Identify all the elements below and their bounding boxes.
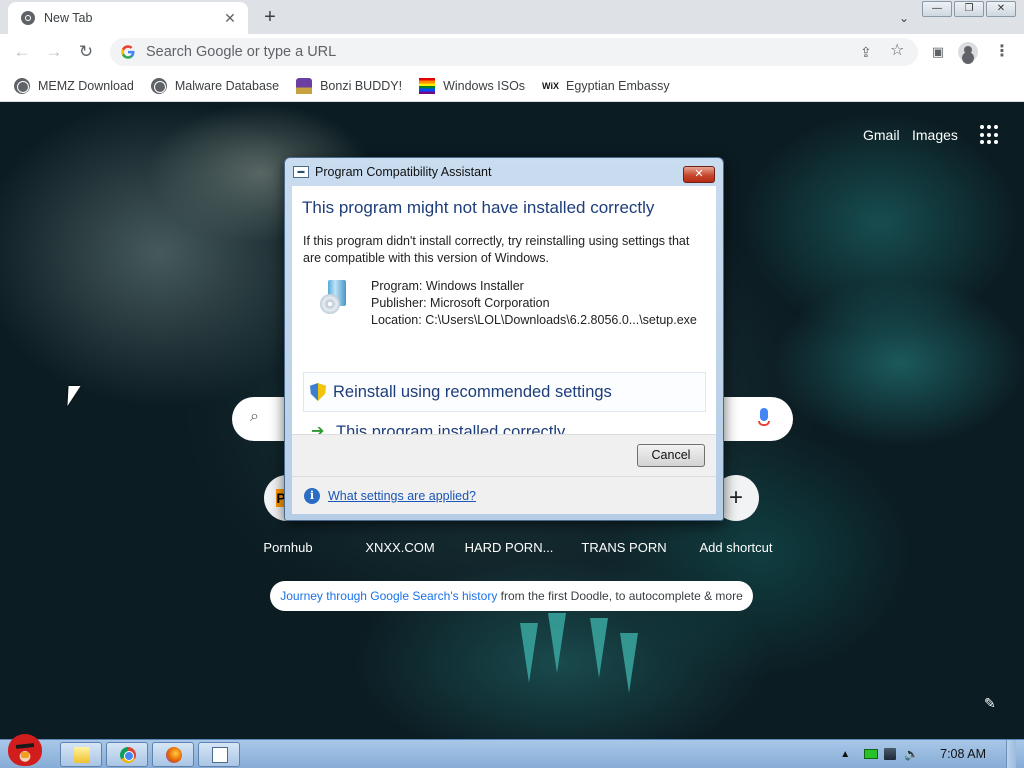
uac-shield-icon (310, 383, 326, 401)
program-name: Program: Windows Installer (371, 279, 524, 293)
browser-toolbar: ← → ↻ Search Google or type a URL ⇪ ☆ ▣ … (0, 34, 1024, 70)
background-decoration (620, 633, 638, 693)
compatibility-app-icon: ▬ (293, 166, 309, 178)
globe-icon (14, 77, 30, 94)
bookmark-malware-database[interactable]: Malware Database (150, 77, 280, 94)
bookmark-label: MEMZ Download (38, 78, 134, 93)
dialog-close-button[interactable]: ✕ (683, 166, 715, 183)
microphone-icon[interactable] (757, 408, 771, 430)
background-decoration (590, 618, 608, 678)
bookmark-label: Windows ISOs (443, 78, 526, 93)
chrome-icon (21, 11, 35, 25)
taskbar-chrome[interactable] (106, 742, 148, 767)
program-location: Location: C:\Users\LOL\Downloads\6.2.805… (371, 313, 697, 327)
omnibox-placeholder: Search Google or type a URL (146, 44, 337, 60)
tab-close-icon[interactable]: ✕ (222, 10, 238, 26)
chrome-icon (120, 747, 136, 763)
shortcut-label-trans-porn[interactable]: TRANS PORN (569, 540, 679, 555)
bookmark-label: Bonzi BUDDY! (320, 78, 403, 93)
search-icon: ⌕ (250, 408, 259, 425)
start-button[interactable] (2, 730, 48, 768)
info-icon: i (304, 487, 320, 504)
bookmark-label: Malware Database (174, 78, 280, 93)
volume-icon[interactable]: 🔈 (904, 747, 919, 761)
network-icon[interactable] (884, 748, 897, 760)
share-icon[interactable]: ⇪ (860, 44, 876, 60)
system-tray: ▲ 🔈 7:08 AM (840, 740, 1016, 768)
doodle-promo-link[interactable]: Journey through Google Search's history (280, 589, 497, 603)
reload-icon[interactable]: ↻ (74, 40, 98, 64)
program-publisher: Publisher: Microsoft Corporation (371, 296, 550, 310)
dialog-title: Program Compatibility Assistant (315, 165, 492, 179)
taskbar-compatibility-assistant[interactable] (198, 742, 240, 767)
bookmark-bonzi-buddy[interactable]: Bonzi BUDDY! (296, 77, 403, 94)
window-controls: — ❐ ✕ (920, 1, 1016, 17)
back-arrow-icon[interactable]: ← (10, 40, 34, 64)
customize-pencil-icon[interactable]: ✎ (984, 695, 1000, 711)
settings-applied-link[interactable]: What settings are applied? (328, 489, 476, 503)
battery-icon[interactable] (864, 749, 879, 759)
tab-strip: New Tab ✕ + ⌄ — ❐ ✕ (0, 0, 1024, 34)
program-info: Program: Windows Installer Publisher: Mi… (371, 278, 697, 329)
reinstall-option-button[interactable]: Reinstall using recommended settings (303, 372, 706, 412)
bonzi-icon (296, 77, 313, 94)
angry-bird-icon (8, 734, 42, 766)
globe-icon (150, 77, 167, 94)
close-window-button[interactable]: ✕ (986, 1, 1016, 17)
bookmark-star-icon[interactable]: ☆ (890, 43, 906, 59)
shortcut-label-hard-porn[interactable]: HARD PORN... (454, 540, 564, 555)
dialog-body: This program might not have installed co… (292, 186, 716, 441)
profile-avatar-icon[interactable] (958, 42, 978, 62)
minimize-button[interactable]: — (922, 1, 952, 17)
shortcut-label-xnxx[interactable]: XNXX.COM (345, 540, 455, 555)
compatibility-app-icon (212, 747, 228, 763)
bookmark-memz-download[interactable]: MEMZ Download (14, 77, 134, 94)
more-menu-icon[interactable]: ⋮ (992, 42, 1012, 62)
dialog-info-bar: i What settings are applied? (292, 476, 716, 514)
side-panel-icon[interactable]: ▣ (928, 42, 948, 62)
shortcut-label-pornhub[interactable]: Pornhub (233, 540, 343, 555)
restore-button[interactable]: ❐ (954, 1, 984, 17)
rainbow-flag-icon (419, 77, 436, 94)
show-hidden-icons-icon[interactable]: ▲ (840, 749, 850, 760)
new-tab-button[interactable]: + (258, 6, 282, 28)
windows-installer-icon (320, 280, 348, 314)
dialog-footer: Cancel (292, 434, 716, 476)
shortcut-label-add-shortcut[interactable]: Add shortcut (681, 540, 791, 555)
background-decoration (520, 623, 538, 683)
wix-icon: WiX (542, 80, 559, 91)
background-decoration (548, 613, 566, 673)
tab-new-tab[interactable]: New Tab ✕ (8, 2, 248, 34)
reinstall-option-label: Reinstall using recommended settings (333, 382, 612, 401)
google-g-icon (121, 45, 135, 59)
tab-title: New Tab (44, 11, 93, 25)
taskbar-explorer[interactable] (60, 742, 102, 767)
mouse-cursor-icon (67, 386, 81, 406)
firefox-icon (166, 747, 182, 763)
cancel-button[interactable]: Cancel (637, 444, 705, 467)
doodle-promo-text: from the first Doodle, to autocomplete &… (497, 589, 743, 603)
dialog-description: If this program didn't install correctly… (303, 234, 690, 265)
taskbar-firefox[interactable] (152, 742, 194, 767)
bookmark-windows-isos[interactable]: Windows ISOs (419, 77, 526, 94)
images-link[interactable]: Images (912, 127, 958, 143)
omnibox[interactable]: Search Google or type a URL ⇪ ☆ (110, 38, 918, 66)
google-apps-icon[interactable] (980, 125, 1000, 145)
clock[interactable]: 7:08 AM (940, 747, 986, 761)
bookmarks-bar: MEMZ Download Malware Database Bonzi BUD… (0, 70, 1024, 102)
tab-search-chevron-icon[interactable]: ⌄ (894, 8, 914, 28)
taskbar: ▲ 🔈 7:08 AM (0, 734, 1024, 768)
bookmark-egyptian-embassy[interactable]: WiX Egyptian Embassy (542, 78, 670, 94)
gmail-link[interactable]: Gmail (863, 127, 900, 143)
show-desktop-button[interactable] (1006, 740, 1016, 768)
doodle-promo-chip[interactable]: Journey through Google Search's history … (270, 581, 753, 611)
forward-arrow-icon[interactable]: → (42, 40, 66, 64)
folder-icon (74, 747, 90, 763)
dialog-titlebar[interactable]: ▬ Program Compatibility Assistant ✕ (285, 158, 723, 186)
dialog-heading: This program might not have installed co… (302, 198, 655, 217)
bookmark-label: Egyptian Embassy (566, 78, 670, 93)
compatibility-dialog: ▬ Program Compatibility Assistant ✕ This… (284, 157, 724, 521)
